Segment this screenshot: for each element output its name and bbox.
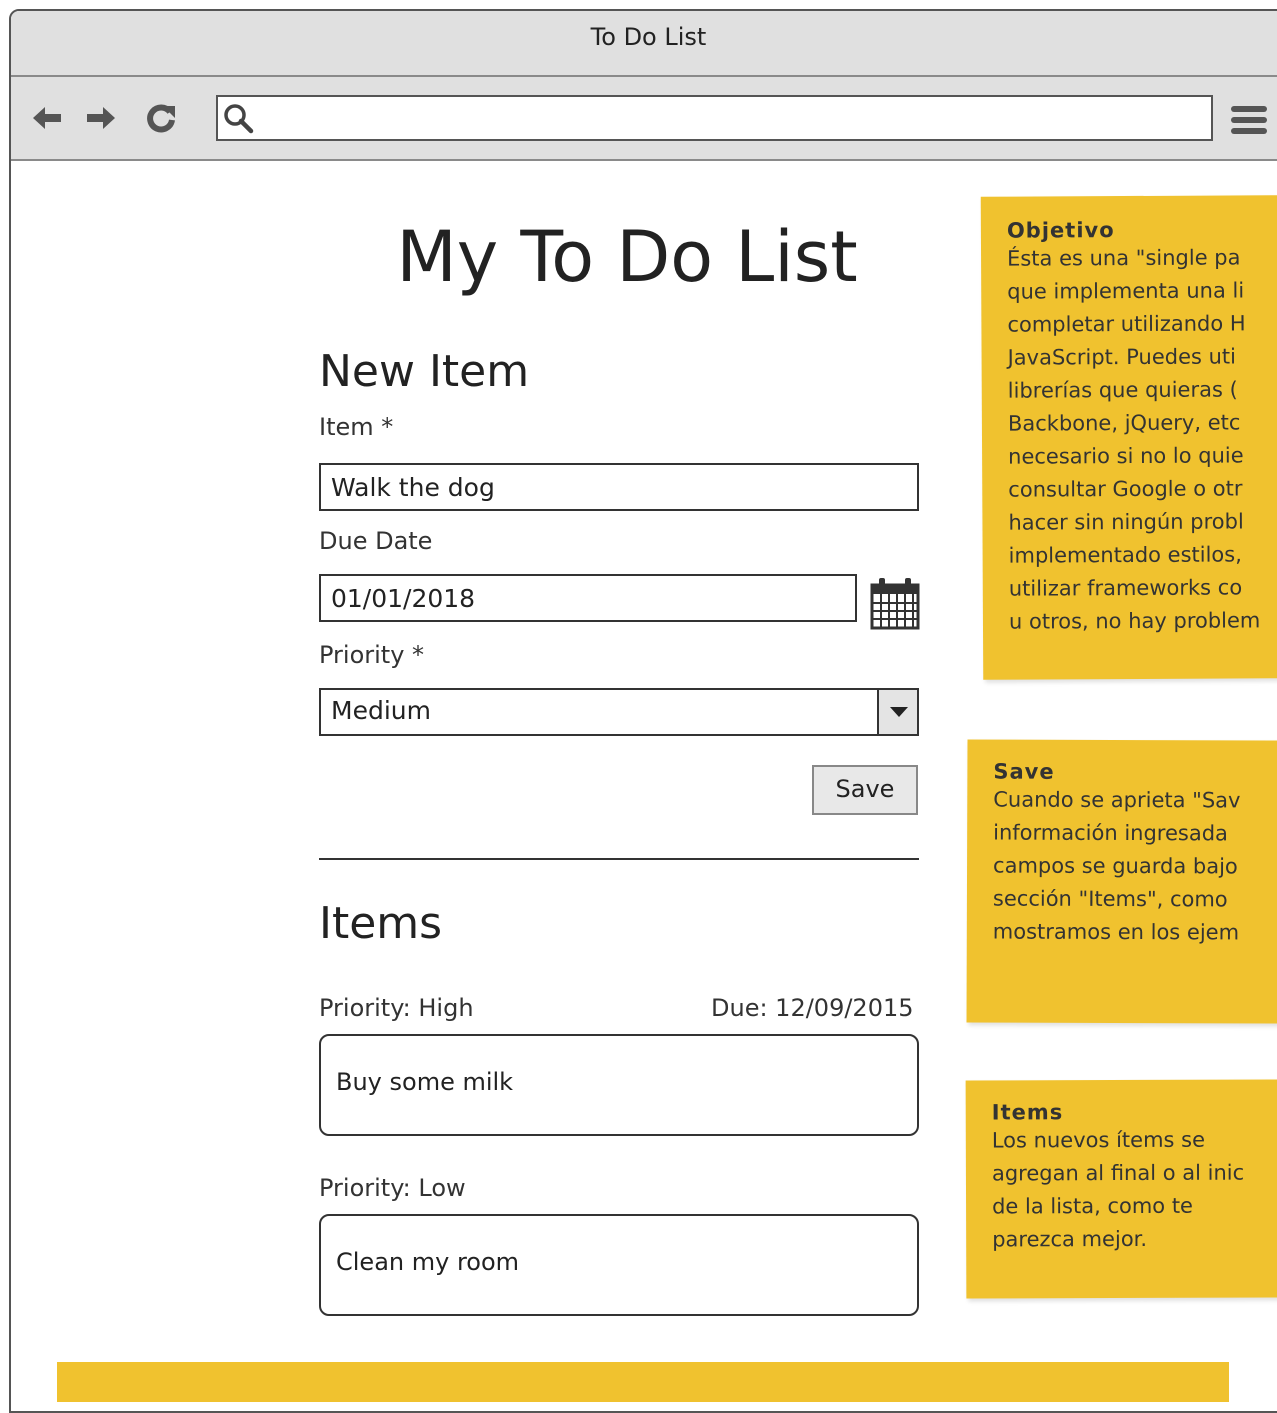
note-title: Save	[993, 759, 1055, 784]
sticky-note-items: Items Los nuevos ítems se agregan al fin…	[965, 1079, 1277, 1299]
item-card[interactable]: Clean my room	[319, 1214, 919, 1316]
title-bar: To Do List	[11, 11, 1277, 77]
refresh-icon[interactable]	[141, 98, 181, 138]
due-date-input-text[interactable]	[331, 582, 845, 614]
note-title: Objetivo	[1006, 218, 1115, 243]
back-arrow-icon[interactable]	[27, 98, 67, 138]
page-title: My To Do List	[396, 216, 858, 298]
item-due-date: Due: 12/09/2015	[711, 994, 914, 1022]
item-priority: Priority: Low	[319, 1174, 466, 1202]
forward-arrow-icon[interactable]	[81, 98, 121, 138]
item-text: Clean my room	[336, 1248, 520, 1276]
save-button[interactable]: Save	[812, 765, 918, 815]
browser-toolbar	[11, 77, 1277, 161]
address-bar[interactable]	[216, 95, 1213, 141]
chevron-down-icon[interactable]	[877, 690, 917, 734]
items-heading: Items	[319, 898, 443, 949]
item-field-label: Item *	[319, 413, 394, 441]
due-date-input[interactable]	[319, 574, 857, 622]
new-item-heading: New Item	[319, 346, 530, 397]
note-body: Ésta es una "single pa que implementa un…	[1006, 245, 1261, 634]
item-card[interactable]: Buy some milk	[319, 1034, 919, 1136]
item-priority: Priority: High	[319, 994, 474, 1022]
note-title: Items	[991, 1100, 1064, 1125]
note-body: Cuando se aprieta "Sav información ingre…	[992, 787, 1241, 945]
section-divider	[319, 858, 919, 860]
calendar-icon[interactable]	[869, 575, 921, 631]
item-input[interactable]	[319, 463, 919, 511]
note-body: Los nuevos ítems se agregan al final o a…	[991, 1127, 1245, 1252]
due-date-label: Due Date	[319, 527, 433, 555]
priority-select[interactable]: Medium	[319, 688, 919, 736]
item-input-text[interactable]	[331, 471, 907, 503]
sticky-note-bottom	[57, 1362, 1229, 1402]
item-text: Buy some milk	[336, 1068, 514, 1096]
priority-selected-value: Medium	[331, 696, 431, 725]
address-input[interactable]	[262, 102, 1206, 136]
window-title: To Do List	[590, 23, 707, 51]
sticky-note-save: Save Cuando se aprieta "Sav información …	[966, 739, 1277, 1024]
priority-label: Priority *	[319, 641, 425, 669]
sticky-note-objetivo: Objetivo Ésta es una "single pa que impl…	[980, 195, 1277, 680]
search-icon	[224, 104, 254, 134]
hamburger-menu-icon[interactable]	[1229, 102, 1269, 138]
